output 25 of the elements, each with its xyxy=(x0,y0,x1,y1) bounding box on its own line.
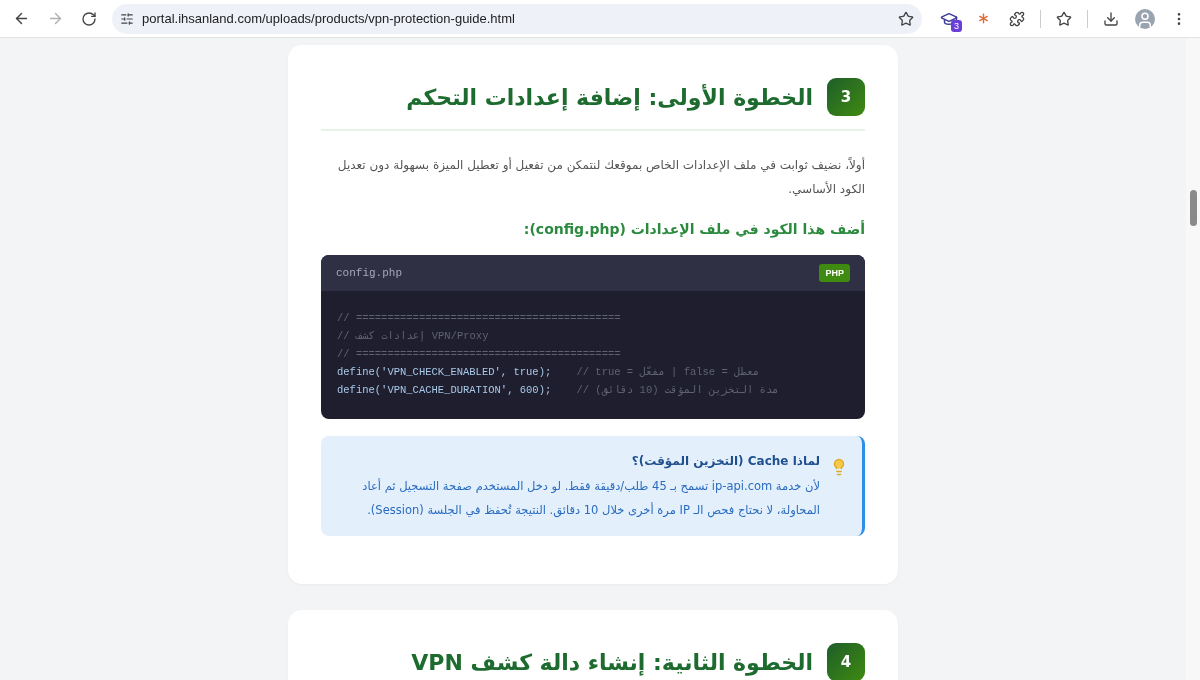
step-number: 3 xyxy=(827,78,865,116)
download-icon[interactable] xyxy=(1103,10,1119,27)
scrollbar-thumb[interactable] xyxy=(1189,190,1197,226)
step-title: الخطوة الثانية: إنشاء دالة كشف VPN xyxy=(411,649,813,675)
code-line: // ========================================== xyxy=(337,347,622,362)
step-title: الخطوة الأولى: إضافة إعدادات التحكم xyxy=(406,84,813,110)
url-text: portal.ihsanland.com/uploads/products/vpn-protection-guide.html xyxy=(142,11,516,26)
address-bar[interactable]: portal.ihsanland.com/uploads/products/vpn-protection-guide.html xyxy=(112,3,922,34)
scrollbar[interactable] xyxy=(1186,38,1200,680)
star-icon[interactable] xyxy=(1056,10,1072,27)
note-text: لأن خدمة ip-api.com تسمح بـ 45 طلب/دقيقة فقط. لو دخل المستخدم صفحة التسجيل ثم أعاد المحاولة، لا نحتاج فحص الـ IP مرة أخرى خلال 10 دقائق. النتيجة تُحفظ في الجلسة (Session). xyxy=(361,477,820,520)
language-tag: PHP xyxy=(819,264,850,282)
person-icon xyxy=(1136,10,1154,29)
code-filename: config.php xyxy=(336,267,402,279)
puzzle-icon[interactable] xyxy=(1009,10,1025,27)
code-line: // إعدادات كشف VPN/Proxy xyxy=(337,329,490,344)
reload-icon[interactable] xyxy=(81,10,97,27)
note-title: لماذا Cache (التخزين المؤقت)؟ xyxy=(630,453,820,471)
graduation-cap-extension[interactable]: 3 xyxy=(934,3,964,34)
intro-paragraph: أولاً، نضيف ثوابت في ملف الإعدادات الخاص بموقعك لنتمكن من تفعيل أو تعطيل الميزة بسهولة دون تعديل الكود الأساسي. xyxy=(336,156,865,198)
code-line: // ========================================== xyxy=(337,311,622,326)
code-subheading: أضف هذا الكود في ملف الإعدادات (config.php): xyxy=(522,221,865,237)
bookmark-star-icon[interactable] xyxy=(898,10,914,27)
step-number: 4 xyxy=(827,643,865,680)
site-settings-icon[interactable] xyxy=(120,11,134,26)
